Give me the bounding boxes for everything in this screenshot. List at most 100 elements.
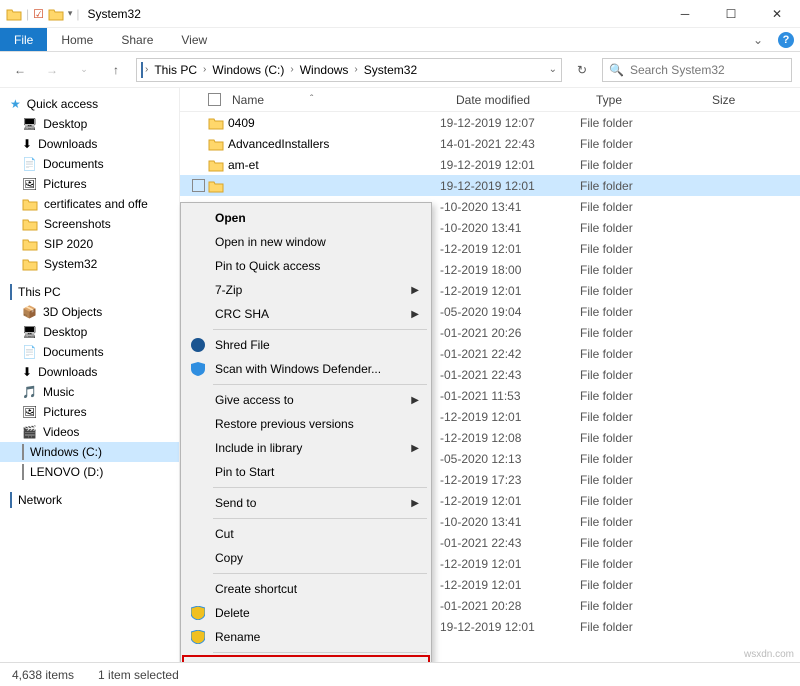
col-date[interactable]: Date modified — [456, 93, 596, 107]
ctx-send-to[interactable]: Send to▶ — [183, 491, 429, 515]
file-type: File folder — [580, 620, 696, 634]
ctx-open[interactable]: Open — [183, 206, 429, 230]
file-date: 14-01-2021 22:43 — [440, 137, 580, 151]
sidebar-item-label: certificates and offe — [44, 197, 148, 211]
row-checkbox[interactable] — [192, 179, 205, 192]
shield-icon — [189, 362, 207, 376]
table-row[interactable]: AdvancedInstallers14-01-2021 22:43File f… — [180, 133, 800, 154]
ctx-include-library[interactable]: Include in library▶ — [183, 436, 429, 460]
forward-button[interactable]: → — [40, 58, 64, 82]
sidebar-item[interactable]: 🖥Desktop — [0, 114, 179, 134]
tab-home[interactable]: Home — [47, 28, 107, 51]
status-item-count: 4,638 items — [12, 668, 74, 682]
sidebar-item[interactable]: System32 — [0, 254, 179, 274]
ctx-open-new-window[interactable]: Open in new window — [183, 230, 429, 254]
folder-icon — [208, 179, 226, 193]
qat-sep: | — [26, 7, 29, 21]
ctx-restore-versions[interactable]: Restore previous versions — [183, 412, 429, 436]
status-selected: 1 item selected — [98, 668, 179, 682]
help-button[interactable]: ? — [772, 28, 800, 51]
refresh-button[interactable]: ↻ — [570, 58, 594, 82]
ctx-copy[interactable]: Copy — [183, 546, 429, 570]
disk-icon — [22, 445, 24, 459]
file-name: am-et — [226, 158, 440, 172]
sidebar-item[interactable]: 📄Documents — [0, 342, 179, 362]
chevron-right-icon[interactable]: › — [354, 64, 357, 75]
tab-share[interactable]: Share — [107, 28, 167, 51]
sidebar-item[interactable]: Screenshots — [0, 214, 179, 234]
sidebar-item-label: LENOVO (D:) — [30, 465, 103, 479]
crumb-windows[interactable]: Windows — [296, 63, 353, 77]
crumb-c[interactable]: Windows (C:) — [208, 63, 288, 77]
folder-icon — [22, 217, 38, 231]
ctx-give-access[interactable]: Give access to▶ — [183, 388, 429, 412]
ctx-delete[interactable]: Delete — [183, 601, 429, 625]
item-icon: 🖥 — [22, 117, 37, 131]
ribbon-expand-icon[interactable]: ⌄ — [744, 28, 772, 51]
select-all-checkbox[interactable] — [208, 93, 221, 106]
sidebar-item[interactable]: LENOVO (D:) — [0, 462, 179, 482]
close-button[interactable]: ✕ — [754, 0, 800, 28]
sidebar-item[interactable]: SIP 2020 — [0, 234, 179, 254]
tab-view[interactable]: View — [167, 28, 221, 51]
ctx-defender[interactable]: Scan with Windows Defender... — [183, 357, 429, 381]
sidebar-item[interactable]: 🎵Music — [0, 382, 179, 402]
sidebar-item[interactable]: 🖥Desktop — [0, 322, 179, 342]
sidebar-item[interactable]: ⬇Downloads — [0, 362, 179, 382]
ctx-crc-sha[interactable]: CRC SHA▶ — [183, 302, 429, 326]
col-size[interactable]: Size — [712, 93, 772, 107]
tab-file[interactable]: File — [0, 28, 47, 51]
sidebar-item[interactable]: 📄Documents — [0, 154, 179, 174]
ctx-cut[interactable]: Cut — [183, 522, 429, 546]
chevron-right-icon[interactable]: › — [290, 64, 293, 75]
sidebar-item[interactable]: 📦3D Objects — [0, 302, 179, 322]
up-button[interactable]: ↑ — [104, 58, 128, 82]
chevron-right-icon[interactable]: › — [145, 64, 148, 75]
path-dropdown-icon[interactable]: ⌄ — [549, 64, 557, 75]
table-row[interactable]: am-et19-12-2019 12:01File folder — [180, 154, 800, 175]
recent-dropdown-icon[interactable]: ⌄ — [72, 58, 96, 82]
file-type: File folder — [580, 305, 696, 319]
crumb-thispc[interactable]: This PC — [150, 63, 201, 77]
file-date: 19-12-2019 12:01 — [440, 179, 580, 193]
file-type: File folder — [580, 494, 696, 508]
ctx-shred[interactable]: Shred File — [183, 333, 429, 357]
ctx-pin-quick-access[interactable]: Pin to Quick access — [183, 254, 429, 278]
back-button[interactable]: ← — [8, 58, 32, 82]
sidebar-item[interactable]: 🖼Pictures — [0, 174, 179, 194]
table-row[interactable]: 040919-12-2019 12:07File folder — [180, 112, 800, 133]
sidebar-quick-access[interactable]: ★Quick access — [0, 94, 179, 114]
sidebar-item[interactable]: 🖼Pictures — [0, 402, 179, 422]
file-type: File folder — [580, 599, 696, 613]
sidebar-this-pc[interactable]: This PC — [0, 282, 179, 302]
sidebar-item[interactable]: 🎬Videos — [0, 422, 179, 442]
col-type[interactable]: Type — [596, 93, 712, 107]
qat-folder-icon[interactable] — [48, 7, 64, 21]
minimize-button[interactable]: ─ — [662, 0, 708, 28]
sidebar-network[interactable]: Network — [0, 490, 179, 510]
sidebar-item[interactable]: certificates and offe — [0, 194, 179, 214]
title-bar: | ☑ ▾ | System32 ─ ☐ ✕ — [0, 0, 800, 28]
ctx-rename[interactable]: Rename — [183, 625, 429, 649]
sidebar-item[interactable]: Windows (C:) — [0, 442, 179, 462]
pc-icon — [10, 285, 12, 299]
sidebar-item-label: Documents — [43, 157, 104, 171]
col-name[interactable]: Nameˆ — [224, 93, 456, 107]
sidebar-item-label: Pictures — [43, 177, 86, 191]
ctx-create-shortcut[interactable]: Create shortcut — [183, 577, 429, 601]
file-date: 19-12-2019 12:07 — [440, 116, 580, 130]
chevron-right-icon[interactable]: › — [203, 64, 206, 75]
qat-check-icon[interactable]: ☑ — [33, 7, 44, 21]
breadcrumb[interactable]: › This PC › Windows (C:) › Windows › Sys… — [136, 58, 562, 82]
sidebar-item[interactable]: ⬇Downloads — [0, 134, 179, 154]
search-input[interactable]: 🔍 Search System32 — [602, 58, 792, 82]
file-date: -05-2020 19:04 — [440, 305, 580, 319]
ctx-7zip[interactable]: 7-Zip▶ — [183, 278, 429, 302]
file-type: File folder — [580, 221, 696, 235]
maximize-button[interactable]: ☐ — [708, 0, 754, 28]
ctx-pin-start[interactable]: Pin to Start — [183, 460, 429, 484]
file-type: File folder — [580, 410, 696, 424]
crumb-system32[interactable]: System32 — [360, 63, 421, 77]
table-row[interactable]: 19-12-2019 12:01File folder — [180, 175, 800, 196]
qat-dropdown-icon[interactable]: ▾ — [68, 8, 73, 19]
